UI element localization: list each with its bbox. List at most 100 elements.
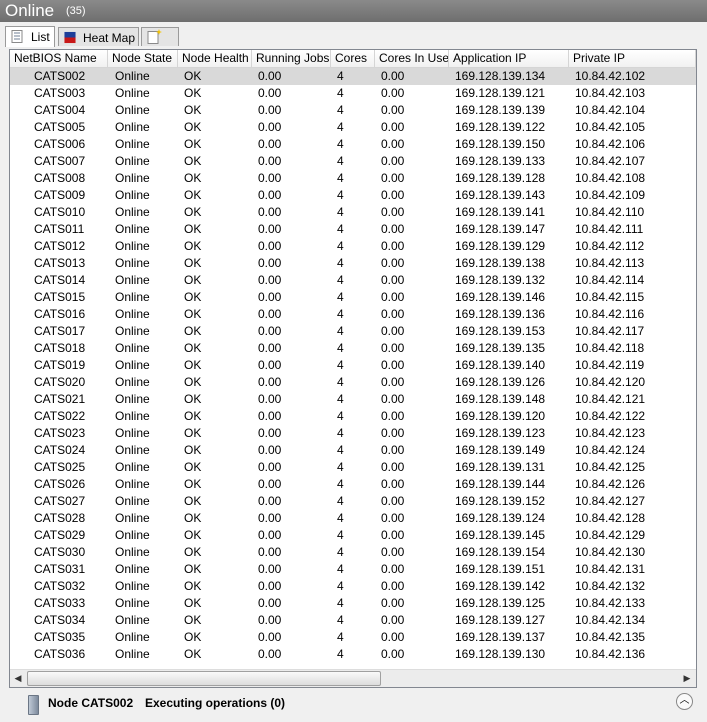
node-count: (35) (66, 5, 86, 17)
scroll-right-button[interactable]: ▶ (679, 670, 695, 686)
scroll-left-button[interactable]: ◀ (10, 670, 26, 686)
table-row[interactable]: CATS011 Online OK 0.00 4 0.00 169.128.139.147 1… (10, 221, 696, 238)
cell-cores: 4 (337, 307, 344, 321)
table-row[interactable]: CATS009 Online OK 0.00 4 0.00 169.128.139.143 1… (10, 187, 696, 204)
cell-running-jobs: 0.00 (258, 222, 282, 236)
column-header-node-state[interactable]: Node State (108, 50, 178, 67)
table-row[interactable]: CATS014 Online OK 0.00 4 0.00 169.128.139.132 1… (10, 272, 696, 289)
cell-node-state: Online (115, 69, 150, 83)
table-row[interactable]: CATS025 Online OK 0.00 4 0.00 169.128.139.131 1… (10, 459, 696, 476)
cell-application-ip: 169.128.139.122 (455, 120, 546, 134)
table-row[interactable]: CATS027 Online OK 0.00 4 0.00 169.128.139.152 1… (10, 493, 696, 510)
cell-node-state: Online (115, 375, 150, 389)
column-header-cores-in-use[interactable]: Cores In Use (375, 50, 449, 67)
table-row[interactable]: CATS032 Online OK 0.00 4 0.00 169.128.139.142 1… (10, 578, 696, 595)
cell-node-state: Online (115, 630, 150, 644)
cell-private-ip: 10.84.42.106 (575, 137, 646, 151)
cell-cores: 4 (337, 171, 344, 185)
column-header-private-ip[interactable]: Private IP (569, 50, 696, 67)
cell-netbios-name: CATS026 (34, 477, 86, 491)
cell-application-ip: 169.128.139.147 (455, 222, 546, 236)
cell-node-health: OK (184, 358, 202, 372)
table-row[interactable]: CATS019 Online OK 0.00 4 0.00 169.128.139.140 1… (10, 357, 696, 374)
cell-cores-in-use: 0.00 (381, 69, 405, 83)
table-row[interactable]: CATS020 Online OK 0.00 4 0.00 169.128.139.126 1… (10, 374, 696, 391)
cell-private-ip: 10.84.42.130 (575, 545, 646, 559)
cell-application-ip: 169.128.139.129 (455, 239, 546, 253)
column-header-node-health[interactable]: Node Health (178, 50, 252, 67)
cell-node-state: Online (115, 341, 150, 355)
cell-cores: 4 (337, 341, 344, 355)
cell-netbios-name: CATS017 (34, 324, 86, 338)
table-row[interactable]: CATS033 Online OK 0.00 4 0.00 169.128.139.125 1… (10, 595, 696, 612)
cell-running-jobs: 0.00 (258, 103, 282, 117)
cell-private-ip: 10.84.42.133 (575, 596, 646, 610)
table-row[interactable]: CATS022 Online OK 0.00 4 0.00 169.128.139.120 1… (10, 408, 696, 425)
table-row[interactable]: CATS008 Online OK 0.00 4 0.00 169.128.139.128 1… (10, 170, 696, 187)
cell-node-health: OK (184, 477, 202, 491)
cell-private-ip: 10.84.42.116 (575, 307, 645, 321)
tab-list[interactable]: List (5, 26, 55, 47)
cell-application-ip: 169.128.139.121 (455, 86, 546, 100)
cell-cores-in-use: 0.00 (381, 103, 405, 117)
cell-node-health: OK (184, 511, 202, 525)
table-row[interactable]: CATS016 Online OK 0.00 4 0.00 169.128.139.136 1… (10, 306, 696, 323)
table-row[interactable]: CATS031 Online OK 0.00 4 0.00 169.128.139.151 1… (10, 561, 696, 578)
table-row[interactable]: CATS030 Online OK 0.00 4 0.00 169.128.139.154 1… (10, 544, 696, 561)
cell-cores-in-use: 0.00 (381, 477, 405, 491)
table-row[interactable]: CATS029 Online OK 0.00 4 0.00 169.128.139.145 1… (10, 527, 696, 544)
table-row[interactable]: CATS036 Online OK 0.00 4 0.00 169.128.139.130 1… (10, 646, 696, 663)
cell-node-state: Online (115, 494, 150, 508)
cell-application-ip: 169.128.139.154 (455, 545, 546, 559)
scroll-thumb[interactable] (27, 671, 381, 686)
cell-running-jobs: 0.00 (258, 86, 282, 100)
table-row[interactable]: CATS035 Online OK 0.00 4 0.00 169.128.139.137 1… (10, 629, 696, 646)
table-row[interactable]: CATS007 Online OK 0.00 4 0.00 169.128.139.133 1… (10, 153, 696, 170)
column-header-application-ip[interactable]: Application IP (449, 50, 569, 67)
column-header-cores[interactable]: Cores (331, 50, 375, 67)
cell-running-jobs: 0.00 (258, 443, 282, 457)
cell-node-health: OK (184, 562, 202, 576)
table-row[interactable]: CATS002 Online OK 0.00 4 0.00 169.128.139.134 1… (10, 68, 696, 85)
table-row[interactable]: CATS004 Online OK 0.00 4 0.00 169.128.139.139 1… (10, 102, 696, 119)
column-header-netbios-name[interactable]: NetBIOS Name (10, 50, 108, 67)
table-row[interactable]: CATS006 Online OK 0.00 4 0.00 169.128.139.150 1… (10, 136, 696, 153)
cell-node-health: OK (184, 307, 202, 321)
cell-private-ip: 10.84.42.119 (575, 358, 645, 372)
tab-new[interactable] (141, 27, 179, 46)
cell-netbios-name: CATS003 (34, 86, 86, 100)
cell-running-jobs: 0.00 (258, 256, 282, 270)
table-row[interactable]: CATS021 Online OK 0.00 4 0.00 169.128.139.148 1… (10, 391, 696, 408)
tab-heat-map[interactable]: Heat Map (58, 27, 139, 46)
cell-node-health: OK (184, 256, 202, 270)
list-icon (11, 30, 23, 43)
table-row[interactable]: CATS013 Online OK 0.00 4 0.00 169.128.139.138 1… (10, 255, 696, 272)
cell-node-health: OK (184, 273, 202, 287)
cell-cores: 4 (337, 477, 344, 491)
cell-netbios-name: CATS002 (34, 69, 86, 83)
cell-running-jobs: 0.00 (258, 528, 282, 542)
table-row[interactable]: CATS003 Online OK 0.00 4 0.00 169.128.139.121 1… (10, 85, 696, 102)
cell-private-ip: 10.84.42.103 (575, 86, 646, 100)
cell-private-ip: 10.84.42.126 (575, 477, 646, 491)
table-row[interactable]: CATS024 Online OK 0.00 4 0.00 169.128.139.149 1… (10, 442, 696, 459)
cell-application-ip: 169.128.139.151 (455, 562, 546, 576)
table-row[interactable]: CATS028 Online OK 0.00 4 0.00 169.128.139.124 1… (10, 510, 696, 527)
new-tab-icon (147, 29, 162, 44)
table-row[interactable]: CATS015 Online OK 0.00 4 0.00 169.128.139.146 1… (10, 289, 696, 306)
cell-node-state: Online (115, 545, 150, 559)
table-row[interactable]: CATS034 Online OK 0.00 4 0.00 169.128.139.127 1… (10, 612, 696, 629)
table-row[interactable]: CATS012 Online OK 0.00 4 0.00 169.128.139.129 1… (10, 238, 696, 255)
horizontal-scrollbar[interactable]: ◀ ▶ (10, 669, 696, 687)
table-row[interactable]: CATS026 Online OK 0.00 4 0.00 169.128.139.144 1… (10, 476, 696, 493)
cell-node-health: OK (184, 222, 202, 236)
table-row[interactable]: CATS018 Online OK 0.00 4 0.00 169.128.139.135 1… (10, 340, 696, 357)
chevron-up-icon[interactable]: ︿ (676, 693, 693, 710)
column-header-running-jobs[interactable]: Running Jobs (252, 50, 331, 67)
table-row[interactable]: CATS005 Online OK 0.00 4 0.00 169.128.139.122 1… (10, 119, 696, 136)
cell-netbios-name: CATS005 (34, 120, 86, 134)
table-row[interactable]: CATS017 Online OK 0.00 4 0.00 169.128.139.153 1… (10, 323, 696, 340)
table-row[interactable]: CATS010 Online OK 0.00 4 0.00 169.128.139.141 1… (10, 204, 696, 221)
table-row[interactable]: CATS023 Online OK 0.00 4 0.00 169.128.139.123 1… (10, 425, 696, 442)
cell-application-ip: 169.128.139.153 (455, 324, 546, 338)
